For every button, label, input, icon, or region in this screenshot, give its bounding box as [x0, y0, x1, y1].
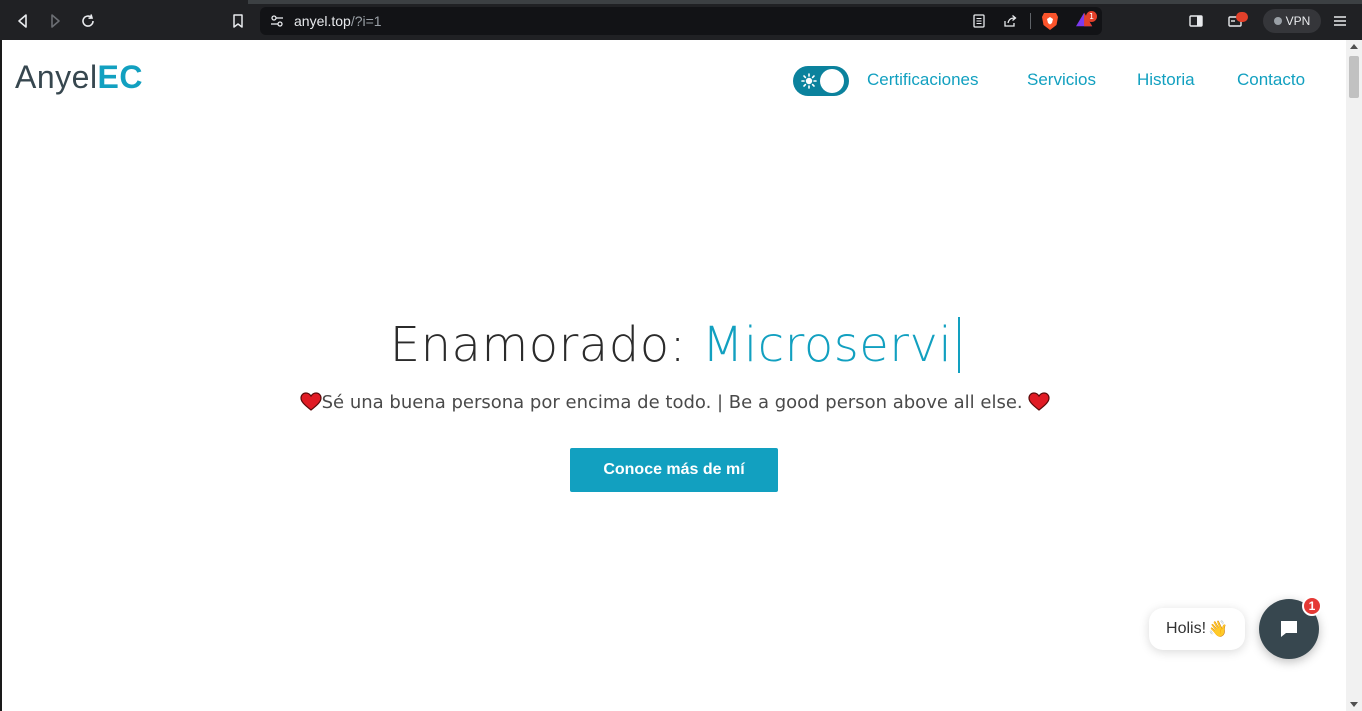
- vpn-button[interactable]: VPN: [1263, 9, 1321, 33]
- rewards-badge: 1: [1086, 11, 1097, 22]
- chat-icon: [1281, 621, 1297, 637]
- nav-servicios[interactable]: Servicios: [1027, 70, 1096, 90]
- theme-toggle[interactable]: [793, 66, 849, 96]
- tab-strip-edge: [248, 0, 1362, 4]
- theme-toggle-knob: [820, 69, 844, 93]
- chat-greeting-text: Holis!: [1166, 620, 1207, 637]
- logo-main: Anyel: [15, 59, 98, 95]
- reader-mode-icon: [973, 14, 985, 28]
- brave-rewards-button[interactable]: 1: [1075, 11, 1097, 31]
- waving-hand-icon: 👋: [1208, 621, 1228, 638]
- web-page: AnyelEC Certificaciones Servicios Histor…: [0, 40, 1362, 711]
- bookmark-icon: [233, 14, 243, 28]
- chat-unread-badge: 1: [1302, 596, 1322, 616]
- hamburger-menu-icon: [1334, 16, 1346, 26]
- chat-greeting-bubble[interactable]: Holis! 👋: [1149, 608, 1245, 650]
- share-icon: [1004, 15, 1017, 27]
- about-me-button[interactable]: Conoce más de mí: [570, 448, 778, 492]
- back-icon: [18, 14, 27, 28]
- bookmark-button[interactable]: [227, 10, 249, 32]
- wallet-notification-dot: [1236, 12, 1248, 22]
- back-button[interactable]: [12, 10, 34, 32]
- reload-icon: [82, 14, 94, 27]
- vpn-status-icon: [1273, 17, 1282, 25]
- url-host: anyel.top: [294, 13, 351, 29]
- reload-button[interactable]: [77, 10, 99, 32]
- hero-title-typed: Microservi: [702, 317, 953, 373]
- scroll-up-arrow-icon[interactable]: [1350, 44, 1358, 49]
- heart-icon: [1028, 392, 1050, 411]
- vpn-label: VPN: [1285, 14, 1311, 28]
- main-menu-button[interactable]: [1329, 10, 1351, 32]
- brave-shields-icon[interactable]: [1041, 11, 1059, 31]
- sun-icon: [801, 73, 817, 89]
- address-bar-divider: [1030, 13, 1031, 29]
- nav-certificaciones[interactable]: Certificaciones: [867, 70, 979, 90]
- address-bar[interactable]: anyel.top/?i=1 1: [260, 7, 1102, 35]
- scrollbar-thumb[interactable]: [1349, 56, 1359, 98]
- share-button[interactable]: [1001, 12, 1019, 30]
- page-scrollbar[interactable]: [1346, 40, 1362, 711]
- hero-title: Enamorado: Microservi: [2, 317, 1348, 373]
- nav-contacto[interactable]: Contacto: [1237, 70, 1305, 90]
- hero-tagline: Sé una buena persona por encima de todo.…: [2, 392, 1348, 413]
- forward-icon: [51, 14, 60, 28]
- reader-mode-button[interactable]: [970, 12, 988, 30]
- browser-toolbar: anyel.top/?i=1 1 VPN: [0, 0, 1362, 40]
- sidebar-toggle-button[interactable]: [1185, 10, 1207, 32]
- site-logo[interactable]: AnyelEC: [15, 59, 143, 96]
- heart-icon: [300, 392, 322, 411]
- nav-historia[interactable]: Historia: [1137, 70, 1195, 90]
- tagline-text: Sé una buena persona por encima de todo.…: [321, 392, 1023, 413]
- hero-title-static: Enamorado:: [389, 317, 687, 373]
- logo-accent: EC: [97, 59, 143, 95]
- forward-button[interactable]: [44, 10, 66, 32]
- site-settings-icon[interactable]: [270, 14, 284, 28]
- url-path: /?i=1: [350, 13, 382, 29]
- url-text[interactable]: anyel.top/?i=1: [294, 13, 382, 29]
- scroll-down-arrow-icon[interactable]: [1350, 702, 1358, 707]
- typing-caret: [958, 317, 961, 373]
- sidebar-icon: [1189, 15, 1203, 27]
